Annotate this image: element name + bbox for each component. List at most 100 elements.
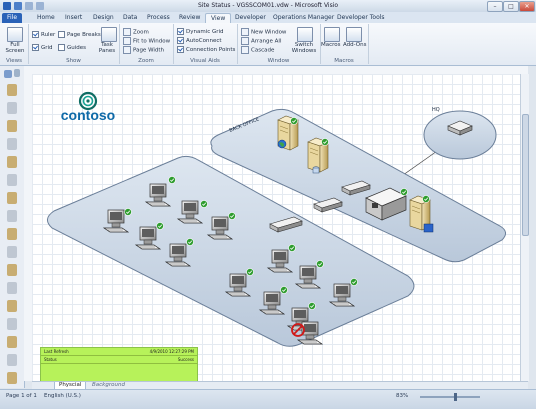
maximize-button[interactable]: □ [503, 1, 519, 12]
group-label-macros: Macros [334, 58, 354, 64]
shapes-pane-toggle-icon[interactable] [4, 70, 12, 78]
tab-design[interactable]: Design [88, 13, 119, 23]
shape-stencil-icon[interactable] [7, 156, 17, 168]
shape-stencil-icon[interactable] [7, 228, 17, 240]
vertical-scrollbar[interactable] [520, 74, 529, 381]
shape-stencil-icon[interactable] [7, 354, 17, 366]
page-width-button[interactable]: Page Width [123, 46, 164, 54]
status-ok-icon [316, 260, 324, 268]
tab-data[interactable]: Data [118, 13, 142, 23]
status-ok-icon [290, 117, 298, 125]
zoom-slider[interactable] [420, 396, 480, 398]
shape-stencil-icon[interactable] [7, 300, 17, 312]
task-panes-button[interactable]: Task Panes [95, 42, 119, 54]
shape-stencil-icon[interactable] [7, 264, 17, 276]
scrollbar-thumb[interactable] [522, 114, 529, 236]
add-ons-button[interactable]: Add-Ons [343, 42, 366, 48]
cascade-button[interactable]: Cascade [241, 46, 274, 54]
ribbon: Full Screen Views Ruler Page Breaks Grid… [0, 23, 536, 66]
new-window-button[interactable]: New Window [241, 28, 286, 36]
page-breaks-checkbox[interactable]: Page Breaks [58, 31, 101, 38]
status-ok-icon [321, 138, 329, 146]
group-zoom: Zoom Fit to Window Page Width Zoom [119, 24, 174, 64]
group-visual-aids: Dynamic Grid AutoConnect Connection Poin… [173, 24, 238, 64]
shape-stencil-icon[interactable] [7, 138, 17, 150]
status-ok-icon [308, 302, 316, 310]
tab-developer-tools[interactable]: Developer Tools [332, 13, 390, 23]
shape-stencil-icon[interactable] [7, 120, 17, 132]
shape-stencil-icon[interactable] [7, 246, 17, 258]
status-ok-icon [124, 208, 132, 216]
switch-windows-button[interactable]: Switch Windows [290, 42, 318, 54]
status-ok-icon [288, 244, 296, 252]
autoconnect-checkbox[interactable]: AutoConnect [177, 37, 222, 44]
group-label-visual-aids: Visual Aids [190, 58, 220, 64]
status-ok-icon [280, 286, 288, 294]
status-ok-icon [400, 188, 408, 196]
shape-stencil-icon[interactable] [7, 210, 17, 222]
tab-developer[interactable]: Developer [230, 13, 271, 23]
group-label-views: Views [6, 58, 22, 64]
group-label-zoom: Zoom [138, 58, 154, 64]
dynamic-grid-checkbox[interactable]: Dynamic Grid [177, 28, 224, 35]
network-diagram[interactable]: contoso BACK OFFICE HQ [32, 74, 520, 381]
page-tab-background[interactable]: Background [88, 382, 129, 389]
tab-file[interactable]: File [2, 13, 23, 23]
logo-text: contoso [61, 107, 115, 123]
shape-stencil-icon[interactable] [7, 282, 17, 294]
tab-process[interactable]: Process [142, 13, 175, 23]
minimize-button[interactable]: – [487, 1, 503, 12]
shape-stencil-icon[interactable] [7, 318, 17, 330]
contoso-logo: contoso [61, 91, 115, 123]
shape-stencil-icon[interactable] [7, 192, 17, 204]
drawing-canvas[interactable]: contoso BACK OFFICE HQ [32, 74, 520, 381]
close-button[interactable]: ✕ [519, 1, 535, 12]
zoom-level[interactable]: 83% [396, 393, 408, 399]
app-badge-icon [423, 223, 434, 233]
arrange-all-button[interactable]: Arrange All [241, 37, 282, 45]
guides-checkbox[interactable]: Guides [58, 44, 86, 51]
status-ok-icon [200, 200, 208, 208]
shapes-pane[interactable] [0, 66, 25, 388]
full-screen-button[interactable]: Full Screen [3, 42, 27, 54]
shape-stencil-icon[interactable] [7, 174, 17, 186]
zoom-slider-thumb[interactable] [454, 393, 457, 401]
zoom-button[interactable]: Zoom [123, 28, 149, 36]
grid-checkbox[interactable]: Grid [32, 44, 53, 51]
group-window: New Window Arrange All Cascade Switch Wi… [237, 24, 321, 64]
group-views: Full Screen Views [0, 24, 29, 64]
shape-stencil-icon[interactable] [7, 372, 17, 384]
shape-stencil-icon[interactable] [7, 84, 17, 96]
status-ok-icon [168, 176, 176, 184]
shape-stencil-icon[interactable] [7, 102, 17, 114]
status-ok-icon [156, 222, 164, 230]
shape-stencil-icon[interactable] [7, 336, 17, 348]
group-show: Ruler Page Breaks Grid Guides Task Panes… [28, 24, 120, 64]
status-ok-icon [228, 212, 236, 220]
connection-points-checkbox[interactable]: Connection Points [177, 46, 235, 53]
data-legend-table[interactable]: Last Refresh 4/9/2010 12:27:29 PM Status S… [40, 347, 198, 382]
tab-operations-manager[interactable]: Operations Manager [268, 13, 339, 23]
add-ons-icon[interactable] [346, 27, 362, 42]
task-panes-icon[interactable] [101, 27, 117, 42]
status-bar: Page 1 of 1 English (U.S.) 83% [0, 389, 536, 409]
fit-to-window-button[interactable]: Fit to Window [123, 37, 170, 45]
macros-icon[interactable] [324, 27, 340, 42]
status-ok-icon [186, 238, 194, 246]
legend-row: Status Success [41, 356, 197, 364]
database-icon [312, 166, 320, 174]
macros-button[interactable]: Macros [321, 42, 341, 48]
page-indicator[interactable]: Page 1 of 1 [6, 393, 37, 399]
language-indicator[interactable]: English (U.S.) [44, 393, 81, 399]
hq-label: HQ [432, 107, 440, 113]
full-screen-icon[interactable] [7, 27, 23, 42]
ruler-checkbox[interactable]: Ruler [32, 31, 55, 38]
status-ok-icon [246, 268, 254, 276]
tab-review[interactable]: Review [174, 13, 205, 23]
tab-insert[interactable]: Insert [60, 13, 87, 23]
switch-windows-icon[interactable] [297, 27, 313, 42]
group-label-show: Show [66, 58, 81, 64]
tab-home[interactable]: Home [32, 13, 60, 23]
chevron-right-icon[interactable] [14, 69, 20, 77]
status-ok-icon [422, 195, 430, 203]
